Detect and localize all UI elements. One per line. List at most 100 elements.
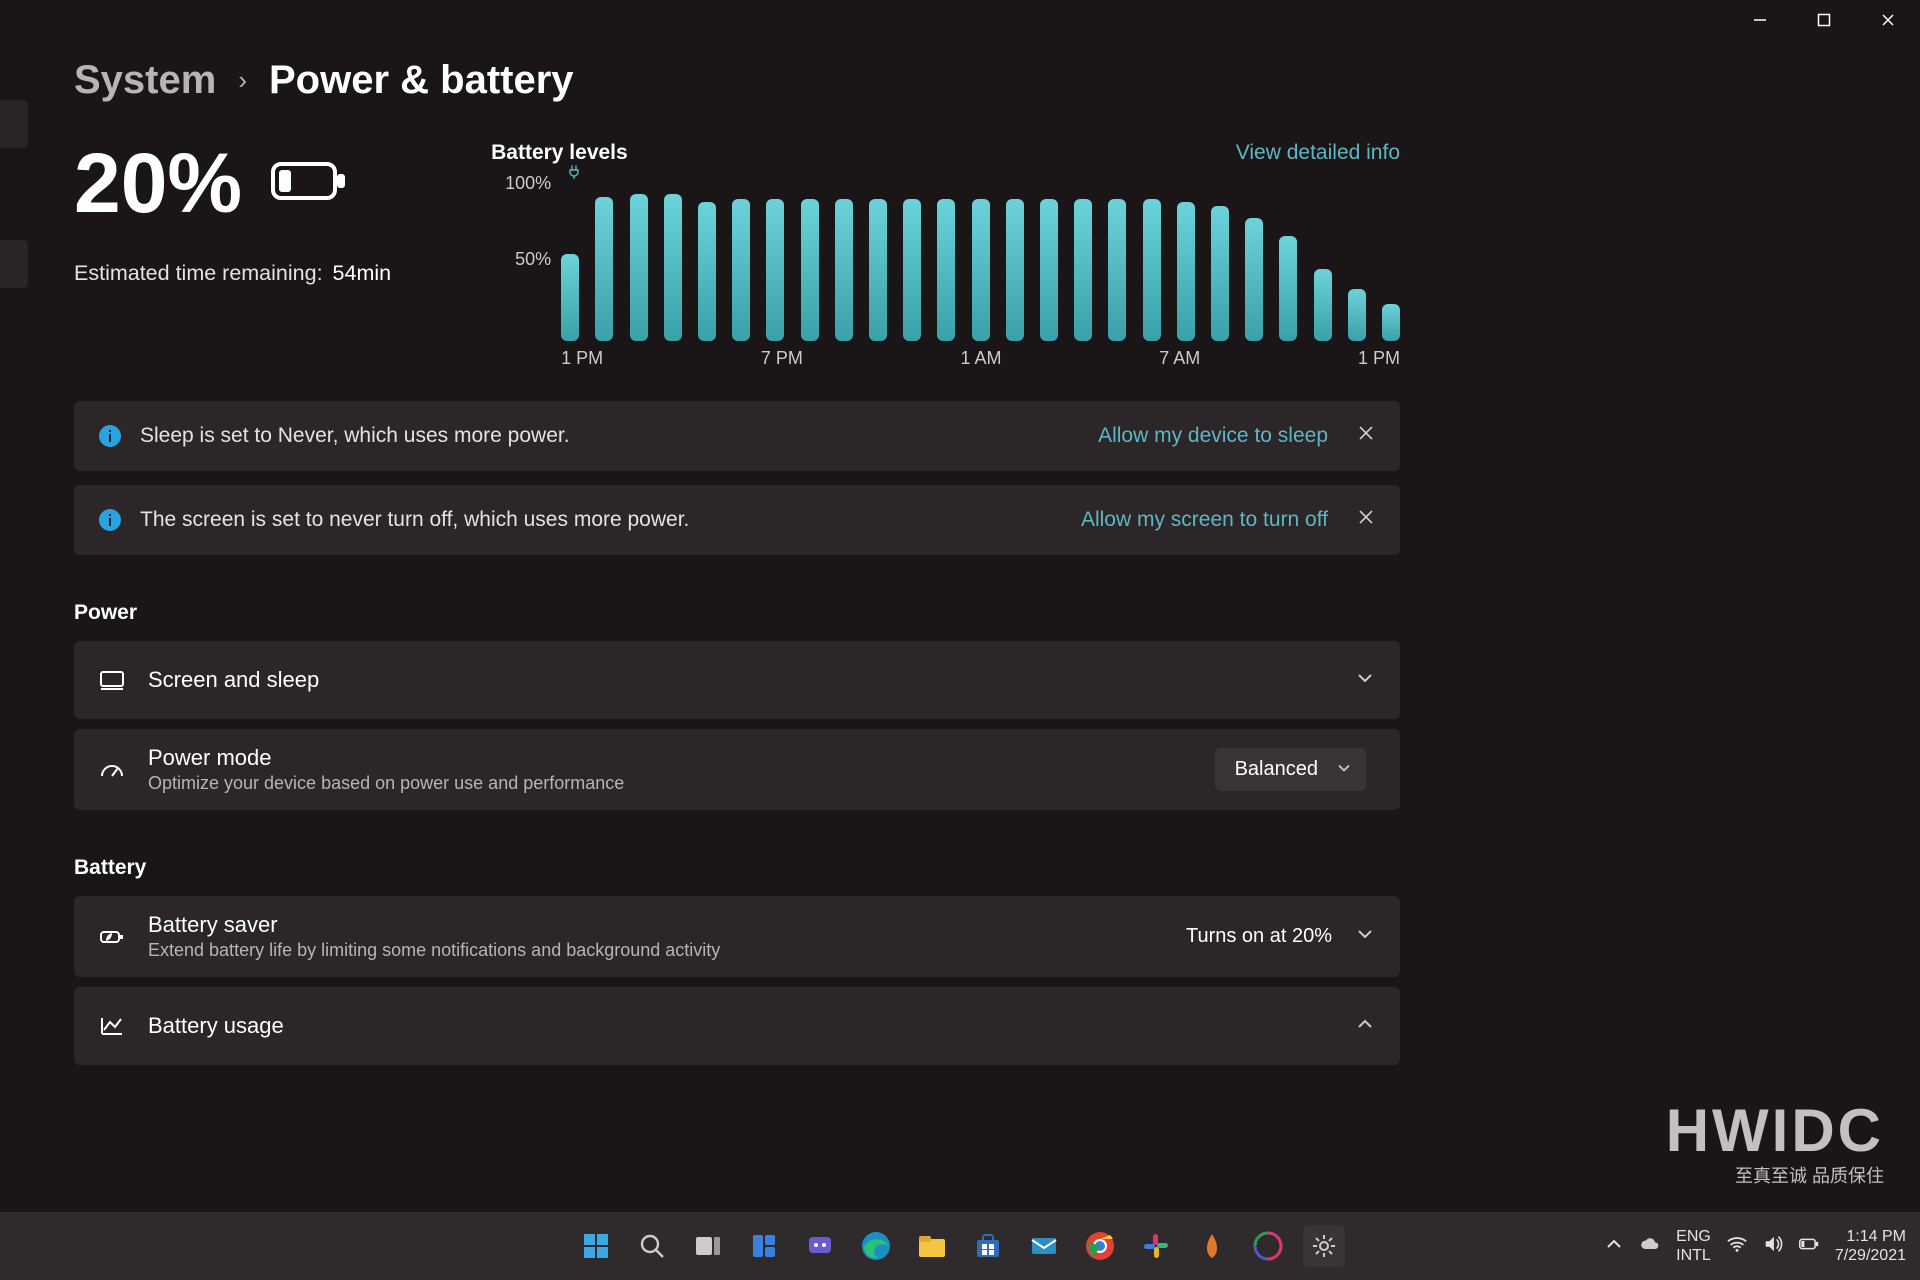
chart-bar — [1314, 269, 1332, 341]
chart-tick: 1 PM — [1358, 348, 1400, 369]
chart-bar — [937, 199, 955, 342]
close-button[interactable] — [1856, 0, 1920, 40]
chart-bar — [869, 199, 887, 342]
chart-tick: 1 AM — [961, 348, 1002, 369]
chart-bar — [1074, 199, 1092, 342]
screen-info-banner: The screen is set to never turn off, whi… — [74, 485, 1400, 555]
gauge-icon — [98, 756, 126, 784]
row-subtitle: Optimize your device based on power use … — [148, 773, 1215, 794]
row-title: Screen and sleep — [148, 667, 1354, 693]
watermark: HWIDC 至真至诚 品质保住 — [1666, 1104, 1884, 1188]
widgets-button[interactable] — [743, 1225, 785, 1267]
row-subtitle: Extend battery life by limiting some not… — [148, 940, 1186, 961]
taskview-button[interactable] — [687, 1225, 729, 1267]
leaf-battery-icon — [98, 923, 126, 951]
chart-tick: 7 AM — [1159, 348, 1200, 369]
power-mode-dropdown[interactable]: Balanced — [1215, 748, 1366, 791]
onedrive-icon[interactable] — [1640, 1234, 1660, 1259]
slack-app[interactable] — [1135, 1225, 1177, 1267]
battery-usage-row[interactable]: Battery usage — [74, 987, 1400, 1065]
battery-time-label: Estimated time remaining: — [74, 261, 323, 286]
graph-icon — [98, 1012, 126, 1040]
chart-bar — [835, 199, 853, 342]
chart-bar — [698, 202, 716, 342]
info-icon — [98, 508, 122, 532]
allow-screen-off-link[interactable]: Allow my screen to turn off — [1081, 508, 1328, 532]
chart-bar — [1143, 199, 1161, 342]
chevron-right-icon: › — [238, 65, 247, 96]
settings-app[interactable] — [1303, 1225, 1345, 1267]
nav-sliver — [0, 240, 28, 288]
view-detailed-info-link[interactable]: View detailed info — [1236, 141, 1400, 165]
chart-bar — [1245, 218, 1263, 341]
power-mode-row: Power mode Optimize your device based on… — [74, 729, 1400, 810]
clock[interactable]: 1:14 PM 7/29/2021 — [1835, 1227, 1906, 1265]
section-battery-title: Battery — [74, 856, 1400, 880]
chat-button[interactable] — [799, 1225, 841, 1267]
chart-bar — [1108, 199, 1126, 342]
battery-icon — [270, 158, 348, 209]
screen-and-sleep-row[interactable]: Screen and sleep — [74, 641, 1400, 719]
chart-bar — [903, 199, 921, 342]
chart-bar — [1211, 206, 1229, 341]
volume-icon[interactable] — [1763, 1234, 1783, 1259]
chart-title: Battery levels — [491, 141, 628, 165]
close-icon[interactable] — [1356, 423, 1376, 449]
chart-bar — [1177, 202, 1195, 342]
chart-bar — [630, 194, 648, 341]
section-power-title: Power — [74, 601, 1400, 625]
file-explorer-app[interactable] — [911, 1225, 953, 1267]
chevron-down-icon — [1336, 759, 1352, 780]
sleep-info-banner: Sleep is set to Never, which uses more p… — [74, 401, 1400, 471]
chart-tick: 7 PM — [761, 348, 803, 369]
chart-x-axis: 1 PM 7 PM 1 AM 7 AM 1 PM — [561, 348, 1400, 369]
chart-bar — [732, 199, 750, 342]
search-button[interactable] — [631, 1225, 673, 1267]
chart-tick: 1 PM — [561, 348, 603, 369]
app-icon[interactable] — [1247, 1225, 1289, 1267]
wifi-icon[interactable] — [1727, 1234, 1747, 1259]
close-icon[interactable] — [1356, 507, 1376, 533]
store-app[interactable] — [967, 1225, 1009, 1267]
row-title: Battery usage — [148, 1013, 1354, 1039]
chevron-up-icon — [1354, 1013, 1376, 1040]
chevron-down-icon — [1354, 667, 1376, 694]
display-icon — [98, 666, 126, 694]
tray-chevron-up-icon[interactable] — [1604, 1234, 1624, 1259]
chart-bar — [766, 199, 784, 342]
battery-tray-icon[interactable] — [1799, 1234, 1819, 1259]
chart-bar — [1279, 236, 1297, 341]
breadcrumb-parent[interactable]: System — [74, 58, 216, 103]
battery-time-value: 54min — [333, 261, 392, 286]
banner-text: Sleep is set to Never, which uses more p… — [140, 424, 1098, 448]
chart-bar — [972, 199, 990, 342]
chevron-down-icon — [1354, 923, 1376, 950]
battery-saver-row[interactable]: Battery saver Extend battery life by lim… — [74, 896, 1400, 977]
chart-bar — [1382, 304, 1400, 342]
minimize-button[interactable] — [1728, 0, 1792, 40]
mail-app[interactable] — [1023, 1225, 1065, 1267]
chart-bar — [1348, 289, 1366, 342]
input-indicator[interactable]: ENG INTL — [1676, 1227, 1711, 1265]
taskbar: ENG INTL 1:14 PM 7/29/2021 — [0, 1212, 1920, 1280]
battery-saver-value: Turns on at 20% — [1186, 925, 1332, 948]
chart-bar — [1006, 199, 1024, 342]
info-icon — [98, 424, 122, 448]
row-title: Battery saver — [148, 912, 1186, 938]
maximize-button[interactable] — [1792, 0, 1856, 40]
battery-levels-chart: 100% 50% 1 PM7 PM1 AM7 AM1 PM — [491, 175, 1400, 375]
page-title: Power & battery — [269, 58, 574, 103]
app-icon[interactable] — [1191, 1225, 1233, 1267]
chart-bar — [561, 254, 579, 341]
allow-sleep-link[interactable]: Allow my device to sleep — [1098, 424, 1328, 448]
nav-sliver — [0, 100, 28, 148]
chrome-app[interactable] — [1079, 1225, 1121, 1267]
battery-percent: 20% — [74, 141, 242, 225]
chart-bar — [1040, 199, 1058, 342]
chart-bar — [664, 194, 682, 341]
start-button[interactable] — [575, 1225, 617, 1267]
chart-bar — [801, 199, 819, 342]
breadcrumb: System › Power & battery — [74, 58, 1400, 103]
edge-app[interactable] — [855, 1225, 897, 1267]
banner-text: The screen is set to never turn off, whi… — [140, 508, 1081, 532]
